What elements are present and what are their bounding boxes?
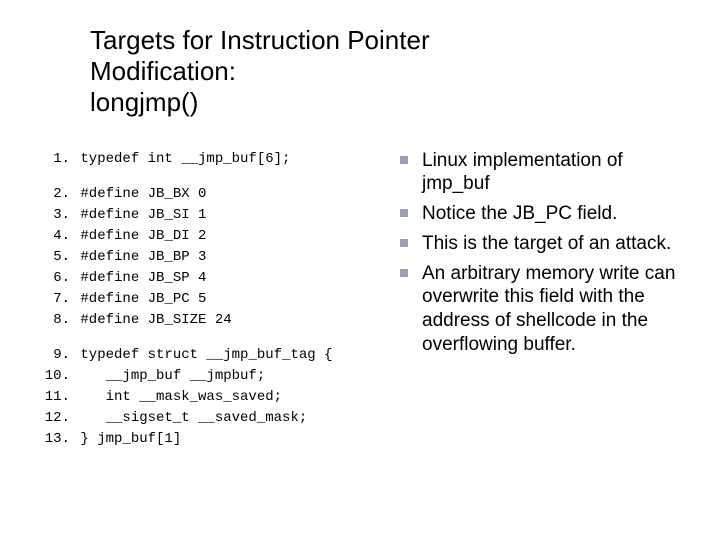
code-gap: [40, 331, 390, 345]
line-number: 2.: [40, 184, 70, 205]
square-bullet-icon: [400, 156, 408, 164]
code-line: 8. #define JB_SIZE 24: [40, 310, 390, 331]
slide: Targets for Instruction Pointer Modifica…: [0, 0, 720, 540]
code-gap: [40, 170, 390, 184]
list-item: This is the target of an attack.: [400, 232, 680, 256]
code-line: 12. __sigset_t __saved_mask;: [40, 408, 390, 429]
content-row: 1. typedef int __jmp_buf[6]; 2. #define …: [40, 149, 680, 450]
line-number: 5.: [40, 247, 70, 268]
code-line: 1. typedef int __jmp_buf[6];: [40, 149, 390, 170]
title-line-2: Modification:: [90, 56, 236, 86]
code-line: 5. #define JB_BP 3: [40, 247, 390, 268]
code-text: typedef int __jmp_buf[6];: [80, 151, 290, 167]
list-item: Notice the JB_PC field.: [400, 202, 680, 226]
list-item: Linux implementation of jmp_buf: [400, 149, 680, 197]
bullet-text: An arbitrary memory write can overwrite …: [422, 263, 675, 355]
code-text: #define JB_BP 3: [80, 249, 206, 265]
code-line: 4. #define JB_DI 2: [40, 226, 390, 247]
code-text: typedef struct __jmp_buf_tag {: [80, 347, 332, 363]
code-line: 2. #define JB_BX 0: [40, 184, 390, 205]
code-line: 7. #define JB_PC 5: [40, 289, 390, 310]
line-number: 12.: [40, 408, 70, 429]
code-text: #define JB_BX 0: [80, 186, 206, 202]
code-line: 6. #define JB_SP 4: [40, 268, 390, 289]
line-number: 6.: [40, 268, 70, 289]
line-number: 7.: [40, 289, 70, 310]
title-line-1: Targets for Instruction Pointer: [90, 25, 430, 55]
bullet-text: This is the target of an attack.: [422, 233, 671, 254]
code-text: int __mask_was_saved;: [80, 389, 282, 405]
line-number: 10.: [40, 366, 70, 387]
line-number: 1.: [40, 149, 70, 170]
bullet-list: Linux implementation of jmp_buf Notice t…: [400, 149, 680, 357]
title-line-3: longjmp(): [90, 87, 198, 117]
line-number: 3.: [40, 205, 70, 226]
code-text: #define JB_DI 2: [80, 228, 206, 244]
bullet-text: Notice the JB_PC field.: [422, 203, 617, 224]
slide-title: Targets for Instruction Pointer Modifica…: [90, 25, 680, 119]
code-text: #define JB_SIZE 24: [80, 312, 231, 328]
bullet-text: Linux implementation of jmp_buf: [422, 150, 623, 195]
list-item: An arbitrary memory write can overwrite …: [400, 262, 680, 357]
code-line: 13. } jmp_buf[1]: [40, 429, 390, 450]
code-line: 3. #define JB_SI 1: [40, 205, 390, 226]
bullets-column: Linux implementation of jmp_buf Notice t…: [390, 149, 680, 450]
code-line: 9. typedef struct __jmp_buf_tag {: [40, 345, 390, 366]
code-text: __jmp_buf __jmpbuf;: [80, 368, 265, 384]
code-text: #define JB_SI 1: [80, 207, 206, 223]
code-text: __sigset_t __saved_mask;: [80, 410, 307, 426]
line-number: 11.: [40, 387, 70, 408]
line-number: 4.: [40, 226, 70, 247]
code-line: 11. int __mask_was_saved;: [40, 387, 390, 408]
code-line: 10. __jmp_buf __jmpbuf;: [40, 366, 390, 387]
code-text: #define JB_PC 5: [80, 291, 206, 307]
line-number: 9.: [40, 345, 70, 366]
code-text: } jmp_buf[1]: [80, 431, 181, 447]
code-column: 1. typedef int __jmp_buf[6]; 2. #define …: [40, 149, 390, 450]
square-bullet-icon: [400, 269, 408, 277]
square-bullet-icon: [400, 239, 408, 247]
square-bullet-icon: [400, 209, 408, 217]
line-number: 13.: [40, 429, 70, 450]
code-text: #define JB_SP 4: [80, 270, 206, 286]
line-number: 8.: [40, 310, 70, 331]
